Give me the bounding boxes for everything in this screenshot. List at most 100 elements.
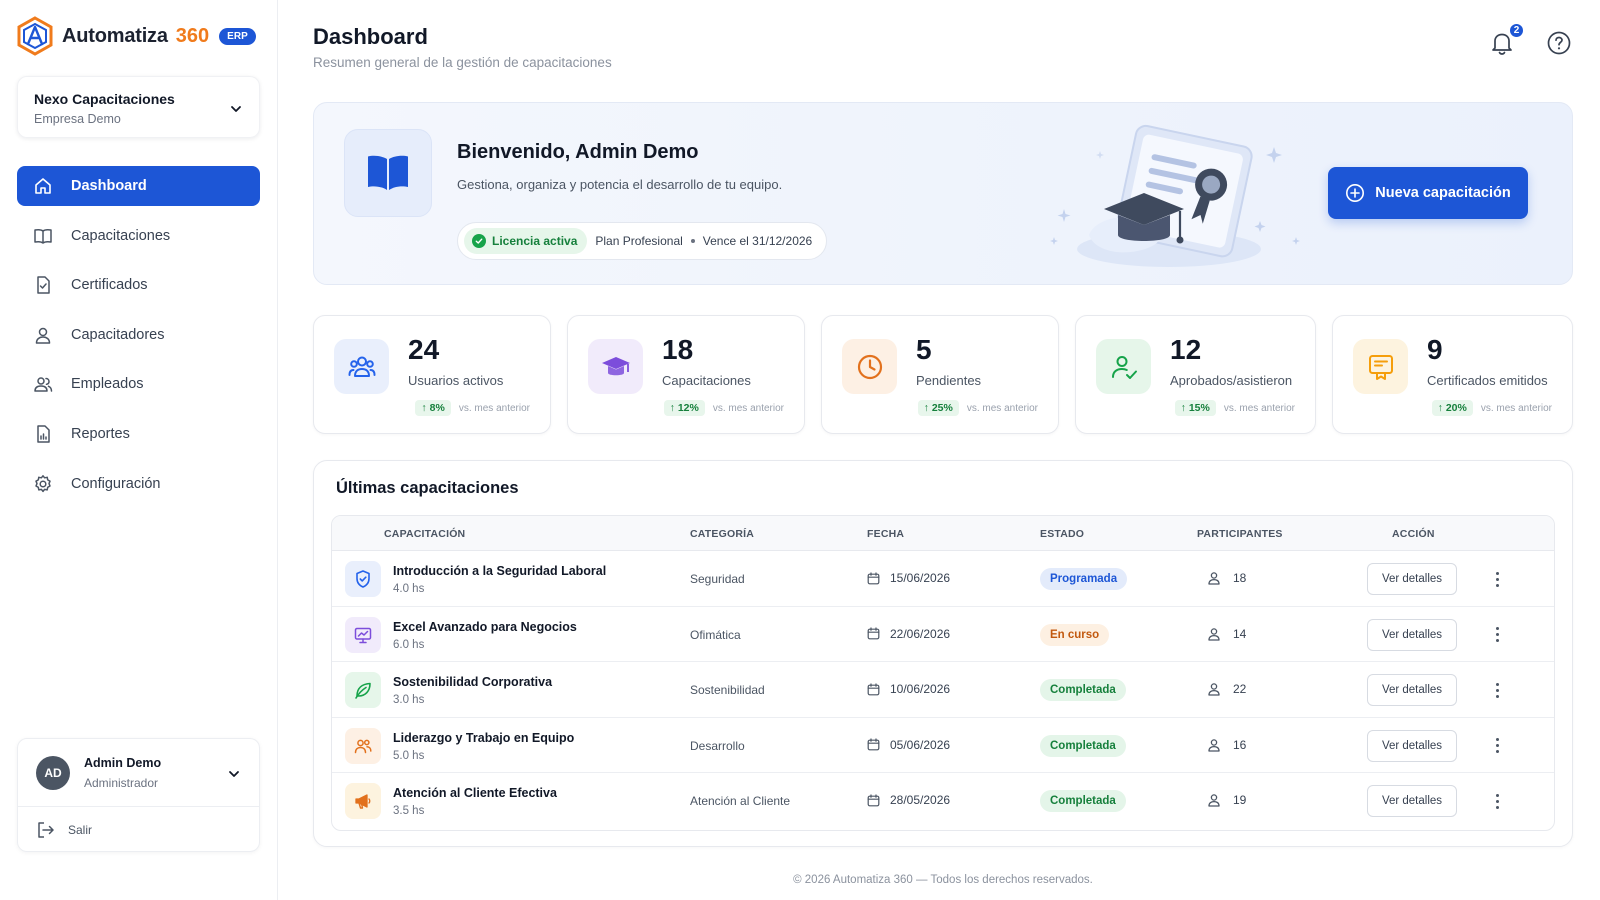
stat-card-pending: 5 Pendientes ↑ 25% vs. mes anterior [821, 315, 1059, 434]
chevron-down-icon [229, 771, 239, 777]
delta-badge: ↑ 25% [917, 400, 959, 416]
user-role: Administrador [84, 775, 159, 790]
company-selector[interactable]: Nexo Capacitaciones Empresa Demo [17, 76, 260, 138]
training-hours: 3.5 hs [393, 805, 425, 818]
participants-count: 19 [1233, 793, 1247, 808]
training-date: 28/05/2026 [867, 793, 950, 807]
stat-value: 5 [916, 334, 932, 365]
view-details-button[interactable]: Ver detalles [1367, 618, 1457, 651]
new-training-button[interactable]: Nueva capacitación [1328, 167, 1528, 219]
license-status: Licencia activa [492, 234, 578, 248]
monitor-chart-icon [345, 616, 381, 653]
sidebar-item-dashboard[interactable]: Dashboard [17, 166, 260, 206]
logout-label: Salir [68, 822, 93, 837]
view-details-button[interactable]: Ver detalles [1367, 785, 1457, 818]
shield-icon [345, 561, 381, 597]
user-name: Admin Demo [84, 755, 162, 770]
sidebar-item-label: Capacitaciones [71, 227, 171, 244]
training-name[interactable]: Excel Avanzado para Negocios [393, 620, 577, 634]
stat-label: Capacitaciones [662, 373, 751, 388]
more-options-icon[interactable] [1492, 736, 1502, 756]
training-hours: 3.0 hs [393, 694, 425, 707]
more-options-icon[interactable] [1492, 569, 1502, 589]
stat-icon [1353, 339, 1408, 394]
help-icon[interactable] [1546, 30, 1572, 56]
training-hours: 4.0 hs [393, 583, 425, 595]
graduation-cap-icon [601, 356, 630, 375]
more-options-icon[interactable] [1492, 625, 1502, 645]
stat-card-active-users: 24 Usuarios activos ↑ 8% vs. mes anterior [313, 315, 551, 434]
new-training-label: Nueva capacitación [1375, 185, 1511, 201]
company-subtitle: Empresa Demo [34, 112, 121, 126]
participants: 14 [1207, 627, 1246, 641]
table-row: Atención al Cliente Efectiva 3.5 hs Aten… [332, 773, 1554, 829]
delta-value: 20% [1445, 402, 1467, 414]
stat-value: 12 [1170, 334, 1202, 365]
training-name[interactable]: Liderazgo y Trabajo en Equipo [393, 731, 574, 745]
brand-logo[interactable]: Automatiza 360 ERP [16, 16, 256, 56]
stat-icon [1096, 339, 1151, 394]
more-options-icon[interactable] [1492, 791, 1502, 811]
sidebar-item-capacitadores[interactable]: Capacitadores [17, 315, 260, 355]
stat-delta: ↑ 12% vs. mes anterior [663, 400, 784, 416]
sidebar-nav: Dashboard Capacitaciones Certificados Ca… [17, 166, 260, 513]
delta-badge: ↑ 12% [663, 400, 705, 416]
license-status-badge: Licencia activa [464, 228, 588, 254]
column-header[interactable]: CAPACITACIÓN [384, 528, 465, 540]
column-header[interactable]: CATEGORÍA [690, 528, 754, 540]
open-book-icon [344, 129, 432, 217]
date-value: 05/06/2026 [890, 737, 951, 752]
training-category: Sostenibilidad [690, 683, 765, 698]
stat-label: Certificados emitidos [1427, 373, 1548, 388]
sidebar: Automatiza 360 ERP Nexo Capacitaciones E… [0, 0, 278, 900]
table-row: Sostenibilidad Corporativa 3.0 hs Sosten… [332, 662, 1554, 718]
column-header[interactable]: FECHA [867, 528, 904, 540]
sidebar-item-reportes[interactable]: Reportes [17, 414, 260, 454]
welcome-subtitle: Gestiona, organiza y potencia el desarro… [457, 177, 783, 192]
stat-delta: ↑ 25% vs. mes anterior [917, 400, 1038, 416]
trainings-table: CAPACITACIÓN CATEGORÍA FECHA ESTADO PART… [331, 515, 1555, 831]
sidebar-item-label: Certificados [71, 277, 148, 294]
user-icon [1208, 683, 1220, 696]
license-info: Licencia activa Plan Profesional Vence e… [457, 222, 828, 260]
license-expiry: Vence el 31/12/2026 [702, 234, 813, 248]
chevron-down-icon [231, 106, 241, 112]
training-date: 22/06/2026 [867, 627, 950, 641]
logout-button[interactable]: Salir [18, 807, 259, 852]
license-plan: Plan Profesional [595, 234, 683, 248]
delta-note: vs. mes anterior [1480, 402, 1552, 414]
user-icon [35, 327, 51, 344]
column-header[interactable]: ESTADO [1040, 528, 1084, 540]
home-icon [35, 178, 51, 194]
welcome-title: Bienvenido, Admin Demo [457, 141, 699, 163]
users-icon [34, 377, 53, 393]
arrow-up-icon: ↑ [669, 402, 675, 414]
user-menu[interactable]: AD Admin Demo Administrador [18, 739, 259, 807]
delta-note: vs. mes anterior [1223, 402, 1295, 414]
page-subtitle: Resumen general de la gestión de capacit… [313, 55, 612, 70]
delta-value: 12% [677, 402, 699, 414]
clock-icon [857, 354, 882, 379]
sidebar-item-certificados[interactable]: Certificados [17, 265, 260, 305]
training-name[interactable]: Introducción a la Seguridad Laboral [393, 564, 606, 578]
user-icon [1208, 572, 1220, 585]
sidebar-item-capacitaciones[interactable]: Capacitaciones [17, 216, 260, 256]
participants-count: 14 [1233, 626, 1247, 641]
training-name[interactable]: Sostenibilidad Corporativa [393, 675, 552, 689]
status-badge: Completada [1040, 790, 1126, 813]
view-details-button[interactable]: Ver detalles [1367, 563, 1457, 595]
training-name[interactable]: Atención al Cliente Efectiva [393, 786, 557, 800]
stat-delta: ↑ 15% vs. mes anterior [1174, 400, 1295, 416]
sidebar-item-empleados[interactable]: Empleados [17, 364, 260, 404]
date-value: 15/06/2026 [890, 571, 951, 585]
column-header[interactable]: PARTICIPANTES [1197, 528, 1283, 540]
column-header: ACCIÓN [1392, 528, 1435, 540]
view-details-button[interactable]: Ver detalles [1367, 729, 1457, 762]
more-options-icon[interactable] [1492, 680, 1502, 700]
stat-icon [842, 339, 897, 394]
view-details-button[interactable]: Ver detalles [1367, 674, 1457, 707]
sidebar-item-configuracion[interactable]: Configuración [17, 464, 260, 504]
welcome-banner: Bienvenido, Admin Demo Gestiona, organiz… [313, 102, 1573, 285]
user-card: AD Admin Demo Administrador Salir [17, 738, 260, 852]
delta-value: 15% [1188, 402, 1210, 414]
